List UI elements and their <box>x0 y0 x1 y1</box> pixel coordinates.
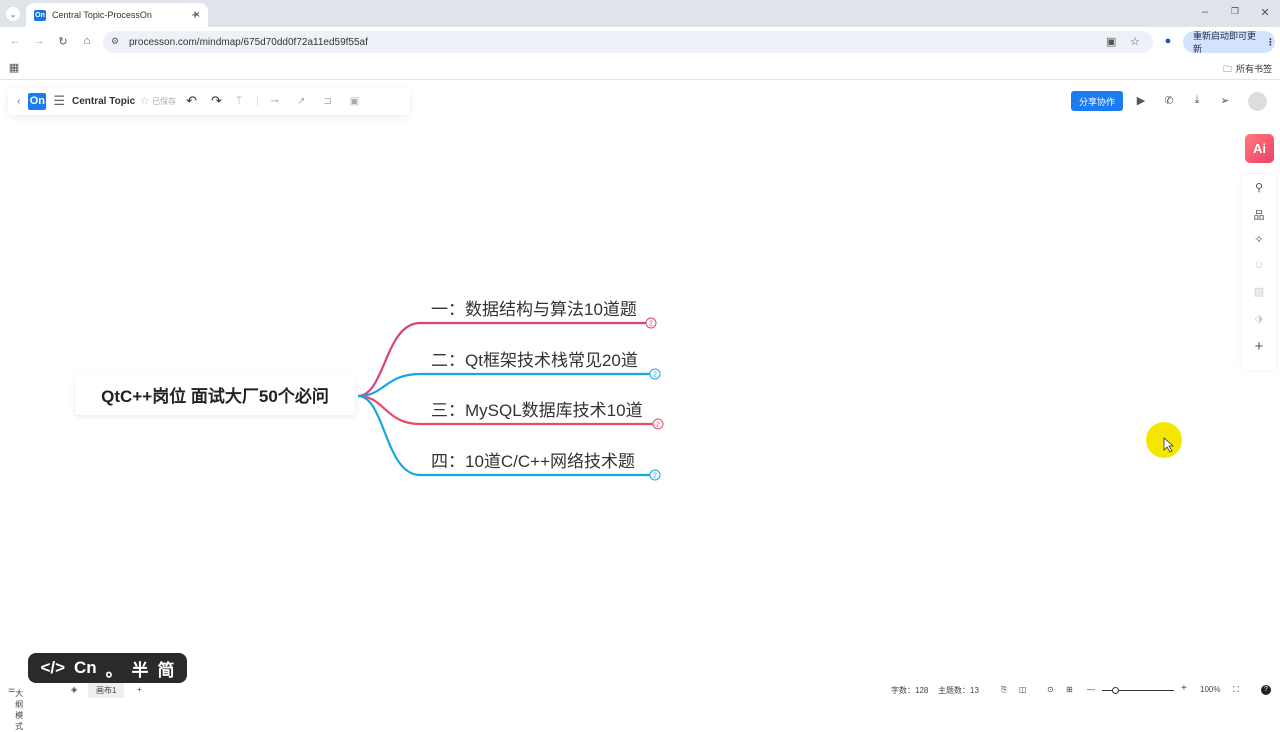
outline-mode-button[interactable]: ⚌ 大纲模式 <box>8 685 23 731</box>
topic-count: 主题数：13 <box>938 686 979 695</box>
ime-lang[interactable]: Cn <box>74 658 97 678</box>
add-canvas-icon[interactable]: + <box>137 685 142 694</box>
locate-icon[interactable]: ⊙ <box>1047 685 1054 694</box>
fullscreen-icon[interactable]: ⛶ <box>1233 685 1239 695</box>
collapse-count: 2 <box>656 422 660 429</box>
collapse-count: 2 <box>649 321 653 328</box>
layers-icon[interactable]: ◈ <box>71 685 77 694</box>
ime-script[interactable]: 简 <box>157 656 174 681</box>
zoom-level: 100% <box>1200 685 1221 694</box>
canvas-tab[interactable]: 画布1 <box>88 683 125 698</box>
zoom-in-icon[interactable]: + <box>1181 683 1187 694</box>
ime-toolbar: </> Cn 。 半 简 <box>28 653 187 683</box>
branch-node[interactable]: 三：MySQL数据库技术10道 <box>431 401 643 420</box>
zoom-slider-knob[interactable] <box>1112 687 1120 694</box>
ime-punct[interactable]: 。 <box>106 656 123 681</box>
ime-width[interactable]: 半 <box>132 656 149 681</box>
collapse-count: 2 <box>653 473 657 480</box>
mindmap-canvas: QtC++岗位 面试大厂50个必问 一：数据结构与算法10道题 2 二：Qt框架技术… <box>75 300 1182 481</box>
help-icon[interactable]: ? <box>1261 685 1271 695</box>
map-icon[interactable]: ⊞ <box>1066 685 1073 694</box>
status-bar: ⚌ 大纲模式 ◈ 画布1 + 字数：128 主题数：13 ⎘ ◫ ⊙ ⊞ — +… <box>0 682 1280 731</box>
collapse-count: 2 <box>653 372 657 379</box>
zoom-out-icon[interactable]: — <box>1087 685 1095 694</box>
zoom-slider[interactable] <box>1102 687 1174 694</box>
layout-icon[interactable]: ◫ <box>1019 685 1027 694</box>
code-icon[interactable]: </> <box>40 658 65 678</box>
branch-line <box>357 372 651 398</box>
root-node[interactable]: QtC++岗位 面试大厂50个必问 <box>101 386 329 406</box>
branch-node[interactable]: 二：Qt框架技术栈常见20道 <box>431 351 638 370</box>
branch-node[interactable]: 四：10道C/C++网络技术题 <box>431 452 635 471</box>
branch-node[interactable]: 一：数据结构与算法10道题 <box>431 300 637 319</box>
history-icon[interactable]: ⎘ <box>1001 685 1007 695</box>
word-count: 字数：128 <box>891 686 929 695</box>
